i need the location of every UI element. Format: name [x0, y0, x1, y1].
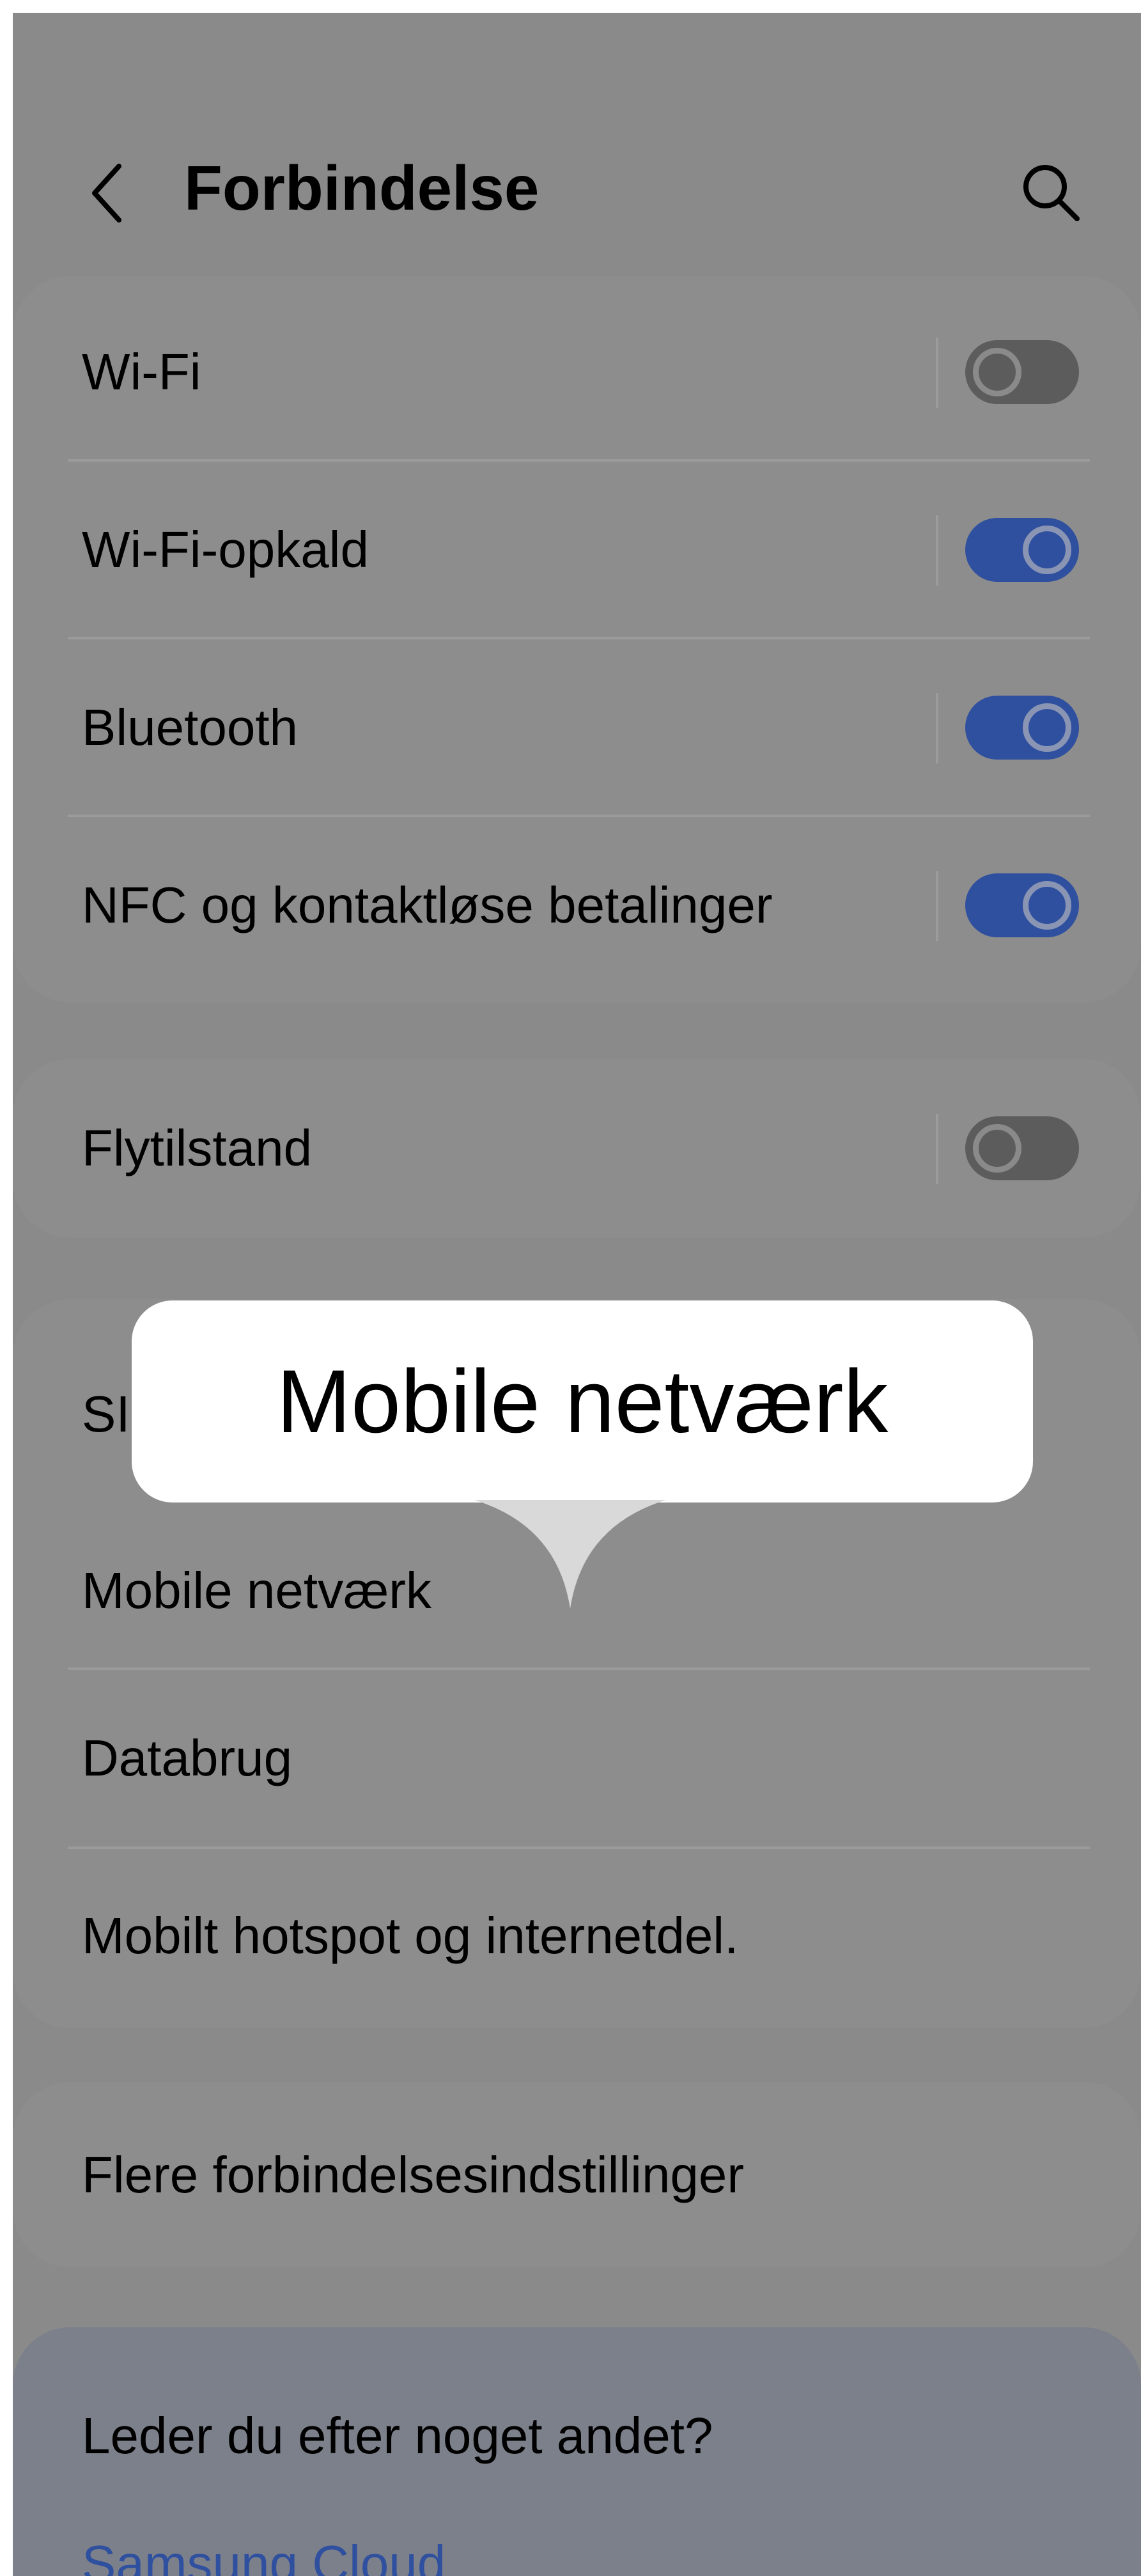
settings-screen: Forbindelse Wi-Fi Wi-Fi-opkald Bluetooth [13, 13, 1141, 2576]
list-item-more-connection-settings[interactable]: Flere forbindelsesindstillinger [82, 2130, 1090, 2220]
list-item-hotspot[interactable]: Mobilt hotspot og internetdel. [82, 1891, 1090, 1981]
bluetooth-toggle[interactable] [965, 696, 1079, 760]
data-usage-label: Databrug [82, 1729, 293, 1786]
divider [68, 1667, 1090, 1670]
bluetooth-label: Bluetooth [82, 699, 299, 756]
airplane-mode-label: Flytilstand [82, 1120, 313, 1176]
divider [68, 637, 1090, 639]
suggestions-card: Leder du efter noget andet? Samsung Clou… [13, 2327, 1141, 2576]
wifi-calling-label: Wi-Fi-opkald [82, 521, 369, 578]
divider [936, 338, 938, 408]
divider [936, 871, 938, 941]
search-icon [1023, 165, 1080, 221]
divider [936, 1114, 938, 1184]
divider [68, 1846, 1090, 1849]
list-item-nfc[interactable]: NFC og kontaktløse betalinger [82, 861, 1090, 950]
wifi-toggle[interactable] [965, 340, 1079, 404]
more-connection-settings-label: Flere forbindelsesindstillinger [82, 2146, 745, 2203]
highlight-tooltip: Mobile netværk [132, 1300, 1033, 1503]
hotspot-label: Mobilt hotspot og internetdel. [82, 1907, 739, 1964]
list-item-data-usage[interactable]: Databrug [82, 1713, 1090, 1803]
divider [68, 459, 1090, 462]
tooltip-pointer [474, 1500, 666, 1609]
wifi-label: Wi-Fi [82, 343, 201, 400]
page-title: Forbindelse [184, 153, 539, 223]
list-item-bluetooth[interactable]: Bluetooth [82, 683, 1090, 772]
divider [936, 693, 938, 763]
back-button[interactable] [82, 148, 133, 238]
nfc-label: NFC og kontaktløse betalinger [82, 877, 773, 933]
more-settings-card: Flere forbindelsesindstillinger [13, 2082, 1141, 2267]
chevron-left-icon [92, 164, 121, 222]
list-item-wifi[interactable]: Wi-Fi [82, 327, 1090, 417]
suggestions-title: Leder du efter noget andet? [82, 2407, 713, 2464]
nfc-toggle[interactable] [965, 873, 1079, 937]
airplane-card: Flytilstand [13, 1059, 1141, 1238]
list-item-airplane-mode[interactable]: Flytilstand [82, 1104, 1090, 1193]
tooltip-text: Mobile netværk [276, 1351, 889, 1451]
search-button[interactable] [1015, 153, 1085, 230]
wifi-calling-toggle[interactable] [965, 518, 1079, 582]
list-item-wifi-calling[interactable]: Wi-Fi-opkald [82, 505, 1090, 595]
app-bar: Forbindelse [13, 13, 1141, 281]
connectivity-card: Wi-Fi Wi-Fi-opkald Bluetooth NFC og kont… [13, 276, 1141, 1003]
mobile-networks-label: Mobile netværk [82, 1562, 431, 1619]
sim-label: SI [82, 1386, 130, 1442]
divider [936, 515, 938, 586]
divider [68, 815, 1090, 817]
samsung-cloud-link[interactable]: Samsung Cloud [82, 2519, 1090, 2576]
airplane-mode-toggle[interactable] [965, 1116, 1079, 1180]
